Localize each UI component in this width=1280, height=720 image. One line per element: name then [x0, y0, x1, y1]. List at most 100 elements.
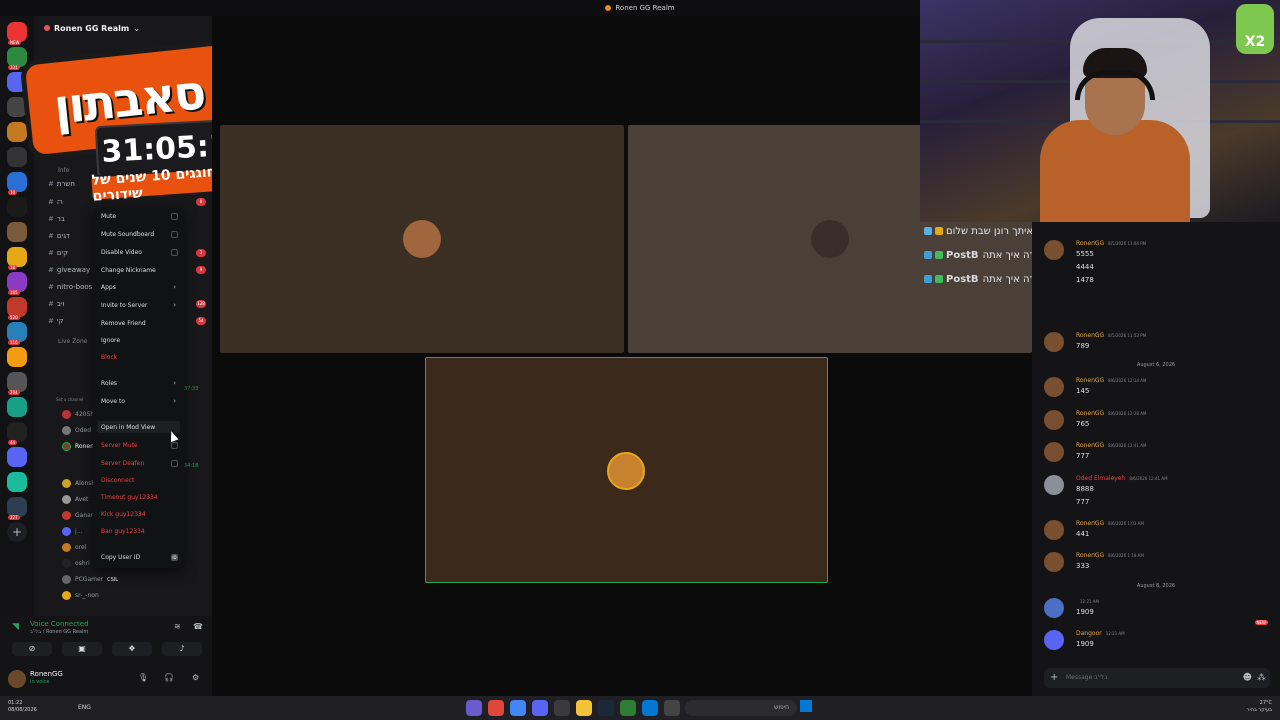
voice-user[interactable]: Alonsh: [62, 479, 95, 488]
channel-item[interactable]: # קי: [48, 317, 63, 325]
channel-item[interactable]: # ויב: [48, 300, 64, 308]
voice-user[interactable]: Ganan: [62, 511, 95, 520]
voice-user[interactable]: j...: [62, 527, 82, 536]
section-live-zone[interactable]: Live Zone: [58, 338, 87, 345]
soundboard-button[interactable]: ♪: [162, 642, 202, 656]
menu-item-roles[interactable]: Roles: [101, 380, 117, 387]
noise-suppression-icon[interactable]: ≋: [174, 622, 181, 631]
menu-item-server-mute[interactable]: Server Mute: [101, 442, 138, 449]
menu-item-apps[interactable]: Apps: [101, 284, 116, 291]
voice-connected-label[interactable]: Voice Connected: [30, 620, 89, 628]
settings-icon[interactable]: ⚙: [192, 673, 199, 682]
disable-video-checkbox[interactable]: [171, 249, 178, 256]
discord-icon[interactable]: [532, 700, 548, 716]
apps-icon[interactable]: ⁂: [1257, 671, 1266, 685]
server-icon[interactable]: 185: [7, 272, 27, 295]
menu-item-ignore[interactable]: Ignore: [101, 337, 120, 344]
plus-icon[interactable]: +: [1050, 671, 1058, 685]
server-icon[interactable]: [7, 347, 27, 367]
server-icon[interactable]: 116: [7, 322, 27, 345]
server-icon[interactable]: 227: [7, 497, 27, 520]
mute-checkbox[interactable]: [171, 213, 178, 220]
headphones-icon[interactable]: 🎧: [164, 673, 174, 682]
voice-channel-label[interactable]: בלי'ב / Ronen GG Realm: [30, 629, 88, 635]
add-server-icon[interactable]: +: [7, 522, 27, 542]
channel-logo: X2: [1236, 4, 1274, 54]
channel-label: giveaway: [56, 266, 91, 274]
edge-icon[interactable]: [642, 700, 658, 716]
language-indicator[interactable]: ENG: [78, 704, 91, 711]
server-deafen-checkbox[interactable]: [171, 460, 178, 467]
voice-user[interactable]: Avet: [62, 495, 88, 504]
menu-item-kick[interactable]: Kick guy12334: [101, 511, 146, 518]
microphone-icon[interactable]: 🎙: [138, 673, 148, 682]
server-icon[interactable]: [7, 472, 27, 492]
message-author: RonenGG 8/6/2026 12:28 AM: [1076, 410, 1147, 417]
app-icon[interactable]: [664, 700, 680, 716]
message-input[interactable]: + Message בלי'ב ☻ ⁂: [1044, 668, 1270, 688]
chrome-icon[interactable]: [510, 700, 526, 716]
voice-user[interactable]: Oded E: [62, 426, 97, 435]
avatar[interactable]: [8, 670, 26, 688]
voice-user[interactable]: PCGamer CSIL: [62, 575, 118, 584]
menu-item-change-nickname[interactable]: Change Nickname: [101, 267, 156, 274]
channel-item[interactable]: # בר: [48, 215, 65, 223]
video-stage: [212, 16, 1032, 696]
server-icon[interactable]: 44: [7, 422, 27, 445]
voice-user[interactable]: Ronen: [62, 442, 94, 451]
emoji-icon[interactable]: ☻: [1243, 671, 1252, 685]
activities-button[interactable]: ❖: [112, 642, 152, 656]
camera-button[interactable]: ⊘: [12, 642, 52, 656]
channel-item[interactable]: # giveaway: [48, 266, 90, 274]
weather-widget[interactable]: 27°C בעיקר בהיר: [1247, 700, 1272, 714]
disconnect-icon[interactable]: ☎: [193, 622, 203, 631]
menu-item-move-to[interactable]: Move to: [101, 398, 125, 405]
overlay-chat-line: מה איתך רונן שבת שלום: [924, 226, 1050, 237]
server-icon[interactable]: [7, 222, 27, 242]
voice-user[interactable]: sr-_-non: [62, 591, 99, 600]
server-icon[interactable]: [7, 197, 27, 217]
voice-user[interactable]: oshri: [62, 559, 90, 568]
channel-item[interactable]: # קים: [48, 249, 68, 257]
app-icon[interactable]: [466, 700, 482, 716]
menu-item-ban[interactable]: Ban guy12334: [101, 528, 145, 535]
app-icon[interactable]: [554, 700, 570, 716]
avatar: [62, 591, 71, 600]
menu-item-copy-user-id[interactable]: Copy User ID: [101, 554, 140, 561]
menu-item-server-deafen[interactable]: Server Deafen: [101, 460, 144, 467]
menu-item-open-in-mod-view[interactable]: Open in Mod View: [101, 424, 155, 431]
menu-item-remove-friend[interactable]: Remove Friend: [101, 320, 146, 327]
screen-share-button[interactable]: ▣: [62, 642, 102, 656]
taskbar-clock[interactable]: 01:22 08/08/2026: [8, 700, 37, 714]
server-icon[interactable]: 520: [7, 297, 27, 320]
menu-item-mute[interactable]: Mute: [101, 213, 116, 220]
menu-item-timeout[interactable]: Timeout guy12334: [101, 494, 158, 501]
menu-item-invite-to-server[interactable]: Invite to Server: [101, 302, 147, 309]
menu-item-disable-video[interactable]: Disable Video: [101, 249, 142, 256]
server-icon[interactable]: 18: [7, 247, 27, 270]
video-tile-speaking[interactable]: [425, 357, 828, 583]
app-icon[interactable]: [620, 700, 636, 716]
taskbar-search[interactable]: חיפוש: [685, 700, 797, 716]
server-mute-checkbox[interactable]: [171, 442, 178, 449]
video-tile[interactable]: [220, 125, 624, 353]
menu-item-mute-soundboard[interactable]: Mute Soundboard: [101, 231, 154, 238]
menu-item-disconnect[interactable]: Disconnect: [101, 477, 134, 484]
voice-user[interactable]: orel: [62, 543, 86, 552]
windows-start-icon[interactable]: [800, 700, 812, 712]
server-icon[interactable]: 204: [7, 372, 27, 395]
server-icon[interactable]: [7, 447, 27, 467]
folder-icon[interactable]: [576, 700, 592, 716]
app-icon[interactable]: [488, 700, 504, 716]
hash-icon: #: [48, 300, 54, 308]
avatar: [607, 452, 645, 490]
menu-item-block[interactable]: Block: [101, 354, 117, 361]
channel-item[interactable]: # דגים: [48, 232, 70, 240]
voice-user[interactable]: 420Sh: [62, 410, 94, 419]
avatar: [1044, 332, 1064, 352]
stream-chat-overlay: מה איתך רונן שבת שלום PostBהיי רונן מה ק…: [918, 224, 1094, 292]
channel-item[interactable]: # nitro-boos: [48, 283, 92, 291]
server-icon[interactable]: [7, 397, 27, 417]
mute-soundboard-checkbox[interactable]: [171, 231, 178, 238]
steam-icon[interactable]: [598, 700, 614, 716]
